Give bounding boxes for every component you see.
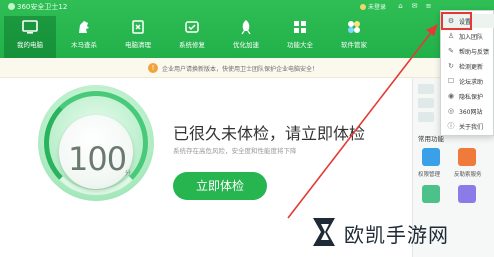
watermark-text: 欧凯手游网 [344,223,449,247]
watermark-logo-icon [313,218,335,246]
